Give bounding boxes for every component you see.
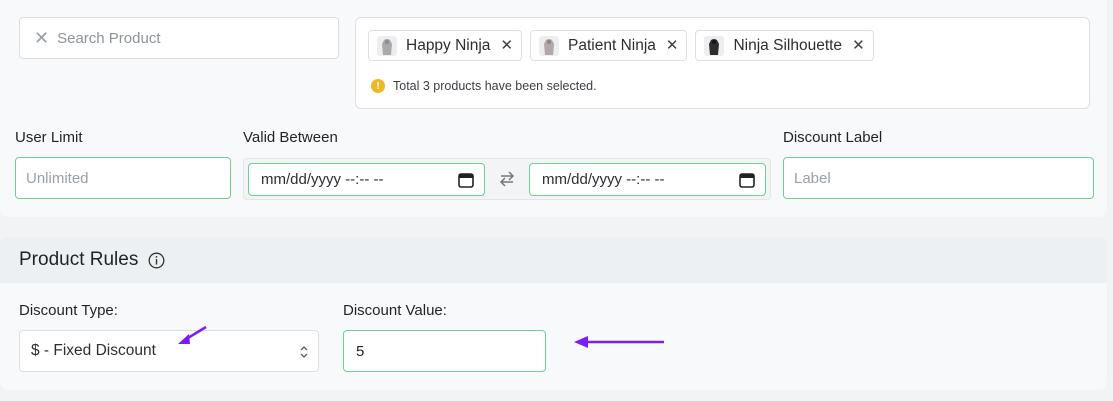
calendar-icon[interactable]: [458, 172, 474, 188]
product-chip-label: Ninja Silhouette: [733, 36, 843, 54]
discount-label-placeholder: Label: [794, 169, 831, 187]
selected-products-box: Happy Ninja ✕ Patient Ninja ✕ Ninja Silh…: [355, 17, 1090, 109]
product-rules-title: Product Rules: [19, 249, 139, 270]
product-chip: Patient Ninja ✕: [530, 30, 688, 61]
swap-arrows-icon: [499, 171, 515, 187]
selection-note-text: Total 3 products have been selected.: [393, 79, 597, 93]
discount-value-label: Discount Value:: [343, 302, 447, 319]
annotation-arrow-icon: [178, 325, 207, 344]
info-icon: !: [371, 79, 385, 93]
info-circle-icon[interactable]: [148, 252, 165, 269]
discount-label-input[interactable]: Label: [783, 157, 1094, 199]
start-date-input[interactable]: mm/dd/yyyy --:-- --: [248, 163, 485, 196]
hoodie-dark-thumbnail-icon: [704, 35, 725, 56]
product-search-input[interactable]: ✕ Search Product: [19, 17, 339, 59]
product-chip-label: Patient Ninja: [568, 36, 656, 54]
discount-type-value: $ - Fixed Discount: [31, 342, 156, 359]
annotation-arrow-icon: [574, 336, 664, 348]
start-date-placeholder: mm/dd/yyyy --:-- --: [261, 171, 384, 188]
user-limit-label: User Limit: [15, 129, 83, 146]
discount-value-input[interactable]: 5: [343, 330, 546, 372]
remove-chip-icon[interactable]: ✕: [666, 38, 679, 53]
chevron-updown-icon: [300, 346, 308, 358]
discount-value-text: 5: [356, 342, 365, 360]
product-chip: Ninja Silhouette ✕: [695, 30, 874, 61]
product-chip-label: Happy Ninja: [406, 36, 491, 54]
calendar-icon[interactable]: [739, 172, 755, 188]
remove-chip-icon[interactable]: ✕: [852, 38, 865, 53]
discount-type-label: Discount Type:: [19, 302, 118, 319]
close-icon[interactable]: ✕: [34, 29, 49, 47]
valid-between-label: Valid Between: [243, 129, 338, 146]
hoodie-thumbnail-icon: [539, 35, 560, 56]
user-limit-input[interactable]: Unlimited: [15, 157, 231, 199]
remove-chip-icon[interactable]: ✕: [500, 38, 513, 53]
product-chip: Happy Ninja ✕: [368, 30, 523, 61]
discount-label-label: Discount Label: [783, 129, 883, 146]
user-limit-placeholder: Unlimited: [26, 169, 89, 187]
selection-note: ! Total 3 products have been selected.: [371, 79, 597, 93]
hoodie-thumbnail-icon: [377, 35, 397, 56]
end-date-input[interactable]: mm/dd/yyyy --:-- --: [529, 163, 766, 196]
search-placeholder: Search Product: [57, 29, 161, 47]
date-range-group: mm/dd/yyyy --:-- -- mm/dd/yyyy --:-- --: [243, 158, 771, 200]
discount-type-select[interactable]: $ - Fixed Discount: [19, 330, 319, 372]
product-rules-header: Product Rules: [0, 237, 1107, 283]
end-date-placeholder: mm/dd/yyyy --:-- --: [542, 171, 665, 188]
